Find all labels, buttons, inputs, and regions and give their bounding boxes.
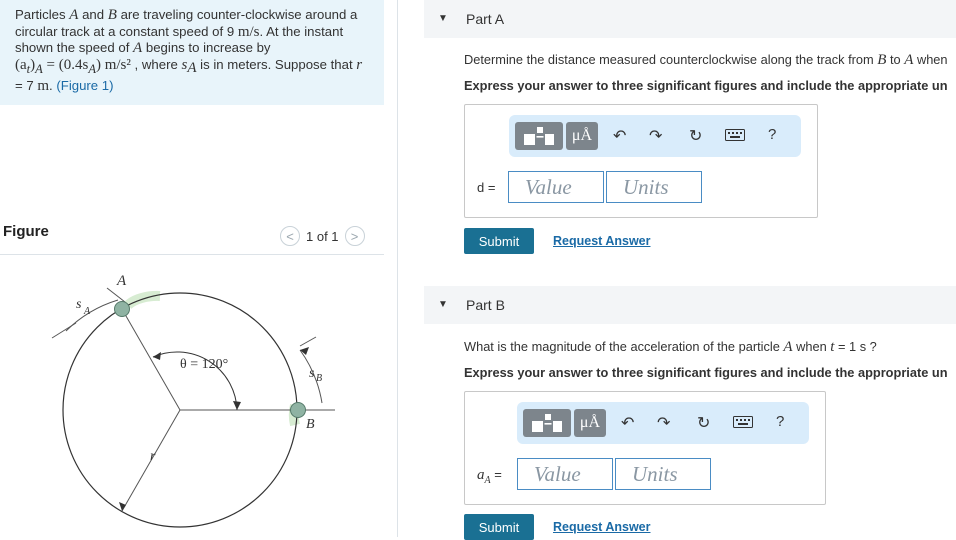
- units-button[interactable]: μÅ: [566, 122, 598, 150]
- redo-icon[interactable]: ↷: [657, 413, 670, 433]
- part-a-header[interactable]: ▼ Part A: [424, 0, 956, 38]
- prev-figure-button[interactable]: <: [280, 226, 300, 246]
- label-theta: θ = 120°: [180, 357, 228, 372]
- figure-counter: 1 of 1: [306, 228, 339, 244]
- acceleration-equation: (at)A = (0.4sA) m/s²: [15, 56, 131, 76]
- arrowhead-theta-2: [233, 401, 241, 410]
- radius-line-a: [121, 308, 181, 411]
- label-sa-sub: A: [83, 306, 91, 317]
- part-a-instruction: Express your answer to three significant…: [464, 78, 948, 93]
- templates-button[interactable]: [515, 122, 563, 150]
- units-input[interactable]: Units: [615, 458, 711, 490]
- right-panel: ▼ Part A Determine the distance measured…: [398, 0, 956, 540]
- label-sb: s: [309, 366, 315, 381]
- help-icon[interactable]: ?: [768, 126, 776, 143]
- chevron-right-icon: >: [350, 228, 359, 244]
- problem-text: Particles A and B are traveling counter-…: [15, 7, 363, 95]
- highlight-arc-a: [124, 290, 161, 309]
- help-icon[interactable]: ?: [776, 413, 784, 430]
- arrowhead-sb: [300, 347, 309, 355]
- particle-a: [114, 301, 130, 317]
- part-b-request-answer-link[interactable]: Request Answer: [553, 520, 650, 534]
- label-a: A: [116, 273, 127, 289]
- arrowhead-r: [119, 502, 126, 511]
- next-figure-button[interactable]: >: [344, 226, 365, 246]
- undo-icon[interactable]: ↶: [621, 413, 634, 433]
- templates-icon: [524, 127, 554, 145]
- chevron-left-icon: <: [286, 228, 294, 244]
- part-b-toolbar: μÅ ↶ ↷ ↻ ?: [517, 402, 809, 444]
- part-a-question: Determine the distance measured counterc…: [464, 52, 948, 68]
- sb-tick-line: [299, 336, 317, 347]
- units-input[interactable]: Units: [606, 171, 702, 203]
- part-b-instruction: Express your answer to three significant…: [464, 365, 948, 380]
- part-b-question: What is the magnitude of the acceleratio…: [464, 339, 877, 355]
- redo-icon[interactable]: ↷: [649, 126, 662, 146]
- part-b-header[interactable]: ▼ Part B: [424, 286, 956, 324]
- part-a-title: Part A: [466, 11, 505, 27]
- keyboard-icon[interactable]: [725, 128, 745, 147]
- var-label-d: d =: [477, 180, 496, 195]
- figure-navigation: < 1 of 1 >: [280, 224, 365, 248]
- value-input[interactable]: Value: [517, 458, 613, 490]
- var-label-aa: aA =: [477, 467, 502, 486]
- figure-link[interactable]: (Figure 1): [56, 78, 113, 93]
- part-b-title: Part B: [466, 297, 505, 313]
- part-b-submit-button[interactable]: Submit: [464, 514, 534, 540]
- label-sa: s: [76, 297, 82, 312]
- figure-divider: [0, 254, 384, 255]
- reset-icon[interactable]: ↻: [697, 413, 710, 433]
- label-r: r: [150, 449, 156, 464]
- track-figure: A B s A s B r θ = 120°: [51, 273, 335, 528]
- figure-title: Figure: [3, 223, 49, 240]
- reset-icon[interactable]: ↻: [689, 126, 702, 146]
- undo-icon[interactable]: ↶: [613, 126, 626, 146]
- keyboard-icon[interactable]: [733, 415, 753, 434]
- particle-b: [290, 402, 306, 418]
- a-tick-line: [106, 287, 126, 303]
- units-icon: μÅ: [579, 414, 601, 431]
- templates-icon: [532, 414, 562, 432]
- problem-statement: Particles A and B are traveling counter-…: [0, 0, 384, 105]
- units-icon: μÅ: [571, 127, 593, 144]
- part-a-request-answer-link[interactable]: Request Answer: [553, 234, 650, 248]
- collapse-triangle-icon: ▼: [438, 299, 448, 310]
- part-b-answer-box: μÅ ↶ ↷ ↻ ? aA = Value Units: [464, 391, 826, 505]
- label-sb-sub: B: [316, 373, 322, 384]
- left-panel: Particles A and B are traveling counter-…: [0, 0, 397, 537]
- templates-button[interactable]: [523, 409, 571, 437]
- units-button[interactable]: μÅ: [574, 409, 606, 437]
- label-b: B: [306, 417, 315, 432]
- part-a-answer-box: μÅ ↶ ↷ ↻ ? d = Value Units: [464, 104, 818, 218]
- part-a-submit-button[interactable]: Submit: [464, 228, 534, 254]
- part-a-toolbar: μÅ ↶ ↷ ↻ ?: [509, 115, 801, 157]
- collapse-triangle-icon: ▼: [438, 13, 448, 24]
- value-input[interactable]: Value: [508, 171, 604, 203]
